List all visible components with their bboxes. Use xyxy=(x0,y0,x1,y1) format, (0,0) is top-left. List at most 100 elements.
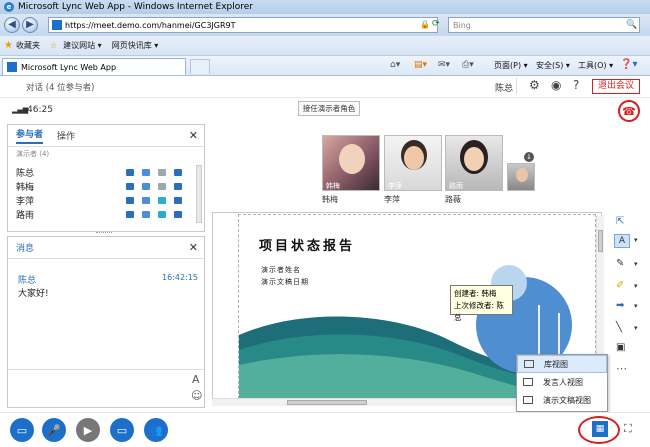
messages-panel: 消息 ✕ 陈总 16:42:15 大家好! A ☺ xyxy=(7,236,205,408)
home-icon[interactable]: ⌂▾ xyxy=(390,60,400,70)
participants-scrollbar[interactable] xyxy=(196,165,202,223)
search-icon[interactable]: 🔍 xyxy=(626,20,637,30)
view-menu-item-presentation[interactable]: 演示文稿视图 xyxy=(517,391,607,409)
hang-up-button[interactable]: ☎ xyxy=(618,100,640,122)
video-icon xyxy=(158,210,166,218)
new-tab-button[interactable] xyxy=(190,59,210,74)
video-caption: 路雨 xyxy=(449,182,463,190)
tooltip-creator: 创建者: 韩梅 xyxy=(454,289,497,298)
chevron-down-icon[interactable]: ▾ xyxy=(634,282,638,290)
fullscreen-icon[interactable]: ⛶ xyxy=(624,422,632,436)
favorites-bar: ★ 收藏夹 ☆ 建议网站 ▾ 网页快讯库 ▾ xyxy=(0,36,650,56)
arrow-stamp-icon[interactable]: ➡ xyxy=(616,300,624,311)
chevron-down-icon[interactable]: ▾ xyxy=(634,236,638,244)
message-sender: 陈总 xyxy=(18,276,37,286)
font-button[interactable]: A xyxy=(192,373,200,386)
url-input[interactable]: https://meet.demo.com/hanmei/GC3JGR9T xyxy=(48,17,438,33)
lock-icon[interactable]: 🔒 xyxy=(420,20,430,29)
emoticon-icon[interactable]: ☺ xyxy=(191,389,202,402)
scroll-thumb[interactable] xyxy=(287,400,367,405)
participant-row[interactable]: 李萍 xyxy=(16,193,198,207)
participant-name: 陈总 xyxy=(16,168,35,179)
tooltip-modifier: 上次修改者: 陈总 xyxy=(454,301,504,322)
feeds-icon[interactable]: ▤▾ xyxy=(414,60,427,70)
tools-menu[interactable]: 工具(O) ▾ xyxy=(578,60,613,71)
suggested-sites-link[interactable]: 建议网站 ▾ xyxy=(63,40,102,51)
participant-name: 韩梅 xyxy=(16,182,35,193)
favorites-button[interactable]: 收藏夹 xyxy=(16,40,40,51)
leave-meeting-button[interactable]: 退出会议 xyxy=(592,79,640,94)
im-icon xyxy=(126,168,134,176)
im-button[interactable]: ▭ xyxy=(10,418,34,442)
back-button[interactable]: ◀ xyxy=(4,17,20,33)
participant-list: 陈总 韩梅 李萍 路雨 xyxy=(16,165,198,221)
phone-icon xyxy=(142,168,150,176)
chevron-down-icon[interactable]: ▾ xyxy=(634,260,638,268)
participants-button[interactable]: 👥 xyxy=(144,418,168,442)
video-tile-hanmei[interactable]: 韩梅 xyxy=(322,135,380,191)
close-icon[interactable]: ✕ xyxy=(189,241,198,254)
chevron-down-icon[interactable]: ▾ xyxy=(634,324,638,332)
screen-icon xyxy=(174,168,182,176)
view-menu-item-speaker[interactable]: 发言人视图 xyxy=(517,373,607,391)
close-icon[interactable]: ✕ xyxy=(189,129,198,142)
hang-up-icon: ☎ xyxy=(622,104,636,118)
tab-participants[interactable]: 参与者 xyxy=(16,127,44,144)
present-button[interactable]: ▭ xyxy=(110,418,134,442)
pen-icon[interactable]: ✎ xyxy=(616,258,624,269)
call-timer: 46:25 xyxy=(27,105,53,115)
chevron-down-icon[interactable]: ▾ xyxy=(634,302,638,310)
annotation-tooltip: 创建者: 韩梅 上次修改者: 陈总 xyxy=(450,285,513,322)
presence-icon[interactable]: ◉ xyxy=(551,78,561,92)
view-menu: 库视图 发言人视图 演示文稿视图 xyxy=(516,354,608,412)
video-icon xyxy=(158,168,166,176)
download-arrow-icon[interactable]: ↓ xyxy=(524,152,534,162)
mail-icon[interactable]: ✉▾ xyxy=(438,60,450,70)
gear-icon[interactable]: ⚙ xyxy=(529,78,540,92)
panel-resize-handle[interactable] xyxy=(96,232,112,235)
view-menu-label: 发言人视图 xyxy=(543,377,583,387)
text-tool-icon[interactable]: A xyxy=(614,234,630,248)
add-favorite-icon[interactable]: ☆ xyxy=(50,41,57,50)
ie-logo-icon: e xyxy=(4,2,14,12)
search-placeholder: Bing xyxy=(453,20,471,30)
video-button[interactable]: ▶ xyxy=(76,418,100,442)
page-menu[interactable]: 页面(P) ▾ xyxy=(494,60,528,71)
highlighter-icon[interactable]: ✐ xyxy=(616,280,624,291)
safety-menu[interactable]: 安全(S) ▾ xyxy=(536,60,570,71)
view-menu-label: 库视图 xyxy=(544,359,568,369)
tab-actions[interactable]: 操作 xyxy=(57,129,75,142)
audio-button[interactable]: 🎤 xyxy=(42,418,66,442)
participant-row[interactable]: 陈总 xyxy=(16,165,198,179)
pointer-icon[interactable]: ⇱ xyxy=(616,216,624,227)
help-question-icon[interactable]: ? xyxy=(573,78,579,92)
line-tool-icon[interactable]: ╲ xyxy=(616,322,622,333)
more-icon[interactable]: ⋯ xyxy=(616,362,627,375)
video-tile-liping[interactable]: 李萍 xyxy=(384,135,442,191)
image-insert-icon[interactable]: ▣ xyxy=(616,342,625,353)
print-icon[interactable]: ⎙▾ xyxy=(462,60,474,70)
view-switch-button[interactable]: ▦ xyxy=(592,421,608,437)
presenters-group-header[interactable]: 演示者 (4) xyxy=(16,149,49,157)
annotation-toolbar: ⇱ A ▾ ✎ ▾ ✐ ▾ ➡ ▾ ╲ ▾ ▣ ⋯ xyxy=(608,212,646,406)
url-text: https://meet.demo.com/hanmei/GC3JGR9T xyxy=(65,20,236,30)
forward-button[interactable]: ▶ xyxy=(22,17,38,33)
view-menu-item-gallery[interactable]: 库视图 xyxy=(517,355,607,373)
refresh-icon[interactable]: ⟳ xyxy=(432,19,440,29)
scroll-thumb[interactable] xyxy=(598,230,603,252)
window-title: Microsoft Lync Web App - Windows Interne… xyxy=(18,2,253,12)
accept-presenter-button[interactable]: 接任演示者角色 xyxy=(298,101,360,116)
help-icon[interactable]: ❓▾ xyxy=(620,59,637,70)
web-slice-gallery-link[interactable]: 网页快讯库 ▾ xyxy=(112,40,159,51)
phone-icon xyxy=(142,182,150,190)
favorites-star-icon[interactable]: ★ xyxy=(4,40,13,51)
search-input[interactable]: Bing xyxy=(448,17,640,33)
browser-tab[interactable]: Microsoft Lync Web App xyxy=(2,58,186,75)
participant-row[interactable]: 韩梅 xyxy=(16,179,198,193)
self-video-thumbnail[interactable] xyxy=(507,163,535,191)
signal-icon: ▂▄▆ xyxy=(12,106,29,114)
participant-row[interactable]: 路雨 xyxy=(16,207,198,221)
message-input[interactable] xyxy=(8,370,188,406)
speaker-view-icon xyxy=(523,378,533,386)
video-tile-luwei[interactable]: 路雨 xyxy=(445,135,503,191)
